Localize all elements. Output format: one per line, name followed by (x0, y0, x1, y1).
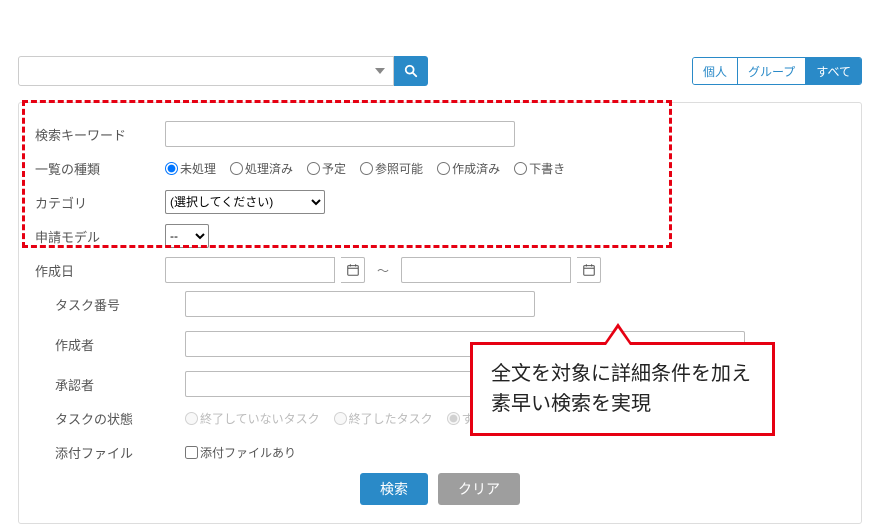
label-category: カテゴリ (35, 193, 165, 212)
tasknum-input[interactable] (185, 291, 535, 317)
keyword-input[interactable] (165, 121, 515, 147)
callout-line1: 全文を対象に詳細条件を加え (491, 359, 754, 389)
scope-personal[interactable]: 個人 (693, 58, 738, 84)
quick-search-combo[interactable] (18, 56, 394, 86)
attach-checkbox[interactable] (185, 446, 198, 459)
listtype-opt-4[interactable]: 作成済み (437, 160, 500, 177)
label-model: 申請モデル (35, 227, 165, 246)
button-row: 検索 クリア (35, 473, 845, 505)
label-listtype: 一覧の種類 (35, 159, 165, 178)
label-keyword: 検索キーワード (35, 125, 165, 144)
quick-search-button[interactable] (394, 56, 428, 86)
scope-group[interactable]: グループ (738, 58, 806, 84)
top-row: 個人 グループ すべて (18, 56, 862, 86)
listtype-opt-2[interactable]: 予定 (307, 160, 346, 177)
attach-checkbox-wrap[interactable]: 添付ファイルあり (185, 444, 296, 461)
label-approver: 承認者 (55, 375, 185, 394)
search-screen: 個人 グループ すべて 検索キーワード 一覧の種類 未処理 処理済み 予定 参照… (0, 0, 880, 528)
range-sep: 〜 (377, 262, 389, 279)
calendar-icon (346, 263, 360, 277)
state-opt-0[interactable]: 終了していないタスク (185, 410, 320, 427)
scope-segmented: 個人 グループ すべて (692, 57, 862, 85)
callout-line2: 素早い検索を実現 (491, 389, 754, 419)
created-from-cal-button[interactable] (341, 257, 365, 283)
quick-search (18, 56, 428, 86)
listtype-group: 未処理 処理済み 予定 参照可能 作成済み 下書き (165, 160, 845, 177)
category-select[interactable]: (選択してください) (165, 190, 325, 214)
listtype-opt-5[interactable]: 下書き (514, 160, 565, 177)
listtype-opt-3[interactable]: 参照可能 (360, 160, 423, 177)
model-select[interactable]: -- (165, 224, 209, 248)
calendar-icon (582, 263, 596, 277)
callout-pointer-icon (603, 323, 633, 345)
listtype-opt-0[interactable]: 未処理 (165, 160, 216, 177)
label-created: 作成日 (35, 261, 165, 280)
search-button[interactable]: 検索 (360, 473, 428, 505)
callout: 全文を対象に詳細条件を加え 素早い検索を実現 (470, 342, 775, 436)
search-icon (404, 64, 418, 78)
scope-all[interactable]: すべて (806, 58, 861, 84)
state-opt-1[interactable]: 終了したタスク (334, 410, 433, 427)
created-from-input[interactable] (165, 257, 335, 283)
created-to-input[interactable] (401, 257, 571, 283)
label-creator: 作成者 (55, 335, 185, 354)
listtype-opt-1[interactable]: 処理済み (230, 160, 293, 177)
created-to-cal-button[interactable] (577, 257, 601, 283)
label-tasknum: タスク番号 (55, 295, 185, 314)
advanced-search-panel: 検索キーワード 一覧の種類 未処理 処理済み 予定 参照可能 作成済み 下書き … (18, 102, 862, 524)
label-state: タスクの状態 (55, 409, 185, 428)
clear-button[interactable]: クリア (438, 473, 520, 505)
chevron-down-icon (375, 68, 385, 74)
label-attach: 添付ファイル (55, 443, 185, 462)
